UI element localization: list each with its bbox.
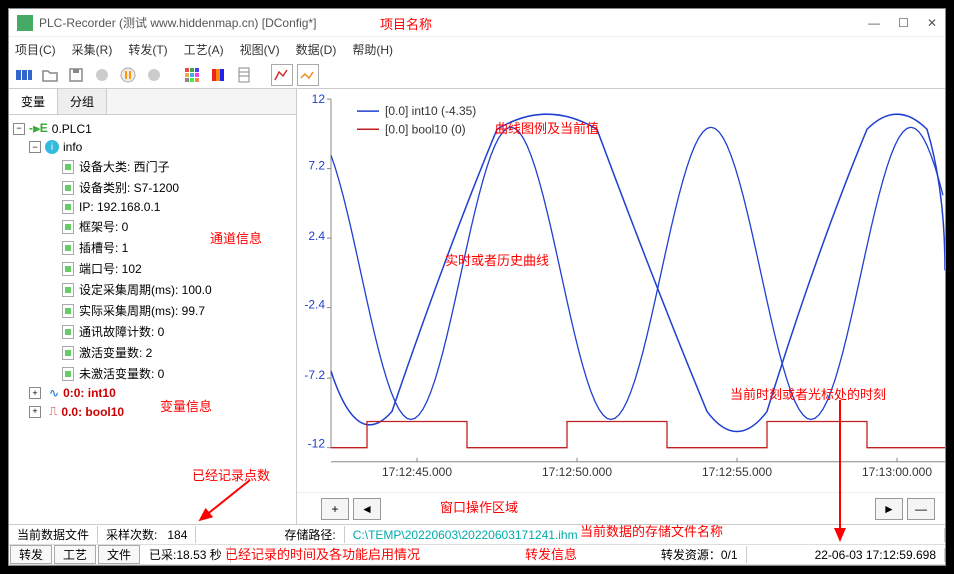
status-timestamp: 22-06-03 17:12:59.698: [807, 548, 945, 562]
tool-stop-icon[interactable]: [143, 64, 165, 86]
status-file-label: 当前数据文件: [9, 526, 98, 543]
menu-help[interactable]: 帮助(H): [352, 41, 393, 58]
toolbar: [9, 61, 945, 89]
ytick: 2.4: [308, 229, 325, 243]
doc-icon: [62, 325, 74, 339]
legend-s1: [0.0] int10 (-4.35): [385, 104, 476, 118]
tool-sheet-icon[interactable]: [233, 64, 255, 86]
expand-icon[interactable]: −: [29, 141, 41, 153]
sine-icon: ∿: [49, 386, 59, 400]
tree-item[interactable]: IP: 192.168.0.1: [79, 200, 160, 214]
series-bool10-line: [331, 421, 945, 447]
status-samples-label: 采样次数:: [106, 528, 157, 542]
tree-var2[interactable]: 0.0: bool10: [61, 405, 124, 419]
tool-connect-icon[interactable]: [13, 64, 35, 86]
ytick: 12: [312, 92, 326, 106]
tool-chart1-icon[interactable]: [271, 64, 293, 86]
tree-item[interactable]: 未激活变量数: 0: [79, 365, 164, 382]
doc-icon: [62, 346, 74, 360]
menubar: 项目(C) 采集(R) 转发(T) 工艺(A) 视图(V) 数据(D) 帮助(H…: [9, 37, 945, 61]
menu-project[interactable]: 项目(C): [15, 41, 56, 58]
status-path-label: 存储路径:: [284, 528, 335, 542]
status-samples: 184: [167, 528, 187, 542]
zoom-out-button[interactable]: —: [907, 498, 935, 520]
tool-grid-icon[interactable]: [181, 64, 203, 86]
sidebar: 变量 分组 −-⫸E0.PLC1 −iinfo 设备大类: 西门子 设备类别: …: [9, 89, 297, 524]
square-icon: ⎍: [49, 404, 57, 419]
ytick: -2.4: [304, 298, 325, 312]
scroll-right-button[interactable]: ►: [875, 498, 903, 520]
ytick: 7.2: [308, 159, 325, 173]
doc-icon: [62, 200, 74, 214]
scroll-left-button[interactable]: ◄: [353, 498, 381, 520]
doc-icon: [62, 304, 74, 318]
xtick: 17:13:00.000: [862, 465, 932, 479]
menu-process[interactable]: 工艺(A): [184, 41, 224, 58]
tree-item[interactable]: 端口号: 102: [79, 260, 142, 277]
status-forward-btn[interactable]: 转发: [10, 545, 52, 564]
doc-icon: [62, 220, 74, 234]
ytick: -12: [308, 437, 326, 451]
doc-icon: [62, 241, 74, 255]
doc-icon: [62, 181, 74, 195]
tree-item[interactable]: 激活变量数: 2: [79, 344, 152, 361]
status-file-btn[interactable]: 文件: [98, 545, 140, 564]
maximize-button[interactable]: ☐: [898, 16, 909, 30]
statusbar: 当前数据文件 采样次数: 184 存储路径: C:\TEMP\20220603\…: [9, 524, 945, 565]
xtick: 17:12:50.000: [542, 465, 612, 479]
tree-root[interactable]: 0.PLC1: [52, 122, 92, 136]
menu-collect[interactable]: 采集(R): [72, 41, 113, 58]
tree-item[interactable]: 设备类别: S7-1200: [79, 179, 179, 196]
tool-save-icon[interactable]: [65, 64, 87, 86]
tool-pause-icon[interactable]: [117, 64, 139, 86]
status-recorded: 已采:18.53 秒: [141, 546, 231, 563]
close-button[interactable]: ✕: [927, 16, 937, 30]
expand-icon[interactable]: +: [29, 406, 41, 418]
app-icon: [17, 15, 33, 31]
titlebar: PLC-Recorder (测试 www.hiddenmap.cn) [DCon…: [9, 9, 945, 37]
tree-item[interactable]: 通讯故障计数: 0: [79, 323, 164, 340]
expand-icon[interactable]: −: [13, 123, 25, 135]
xtick: 17:12:55.000: [702, 465, 772, 479]
ytick: -7.2: [304, 368, 325, 382]
status-process-btn[interactable]: 工艺: [54, 545, 96, 564]
doc-icon: [62, 262, 74, 276]
chart[interactable]: 12 7.2 2.4 -2.4 -7.2 -12 17:12:45.000 1: [297, 89, 945, 492]
tool-open-icon[interactable]: [39, 64, 61, 86]
doc-icon: [62, 283, 74, 297]
expand-icon[interactable]: +: [29, 387, 41, 399]
tab-groups[interactable]: 分组: [58, 89, 107, 114]
tree-var1[interactable]: 0:0: int10: [63, 386, 116, 400]
menu-forward[interactable]: 转发(T): [128, 41, 167, 58]
series-int10-line: [331, 127, 943, 419]
tree[interactable]: −-⫸E0.PLC1 −iinfo 设备大类: 西门子 设备类别: S7-120…: [9, 115, 296, 524]
menu-data[interactable]: 数据(D): [296, 41, 337, 58]
tree-info[interactable]: info: [63, 140, 82, 154]
window-title: PLC-Recorder (测试 www.hiddenmap.cn) [DCon…: [39, 14, 868, 31]
tool-record-icon[interactable]: [91, 64, 113, 86]
status-resource: 转发资源：0/1: [653, 546, 747, 563]
tree-item[interactable]: 实际采集周期(ms): 99.7: [79, 302, 205, 319]
tool-chart2-icon[interactable]: [297, 64, 319, 86]
zoom-in-button[interactable]: +: [321, 498, 349, 520]
tree-item[interactable]: 插槽号: 1: [79, 239, 128, 256]
chart-controls: + ◄ ► —: [297, 492, 945, 524]
xtick: 17:12:45.000: [382, 465, 452, 479]
doc-icon: [62, 160, 74, 174]
tool-palette-icon[interactable]: [207, 64, 229, 86]
minimize-button[interactable]: —: [868, 16, 880, 30]
tree-item[interactable]: 设定采集周期(ms): 100.0: [79, 281, 212, 298]
doc-icon: [62, 367, 74, 381]
tree-item[interactable]: 设备大类: 西门子: [79, 158, 170, 175]
series-int10: [331, 114, 945, 431]
tab-variables[interactable]: 变量: [9, 89, 58, 114]
info-icon: i: [45, 140, 59, 154]
legend-s2: [0.0] bool10 (0): [385, 122, 466, 136]
status-path: C:\TEMP\20220603\20220603171241.ihm: [345, 528, 945, 542]
tree-item[interactable]: 框架号: 0: [79, 218, 128, 235]
menu-view[interactable]: 视图(V): [240, 41, 280, 58]
